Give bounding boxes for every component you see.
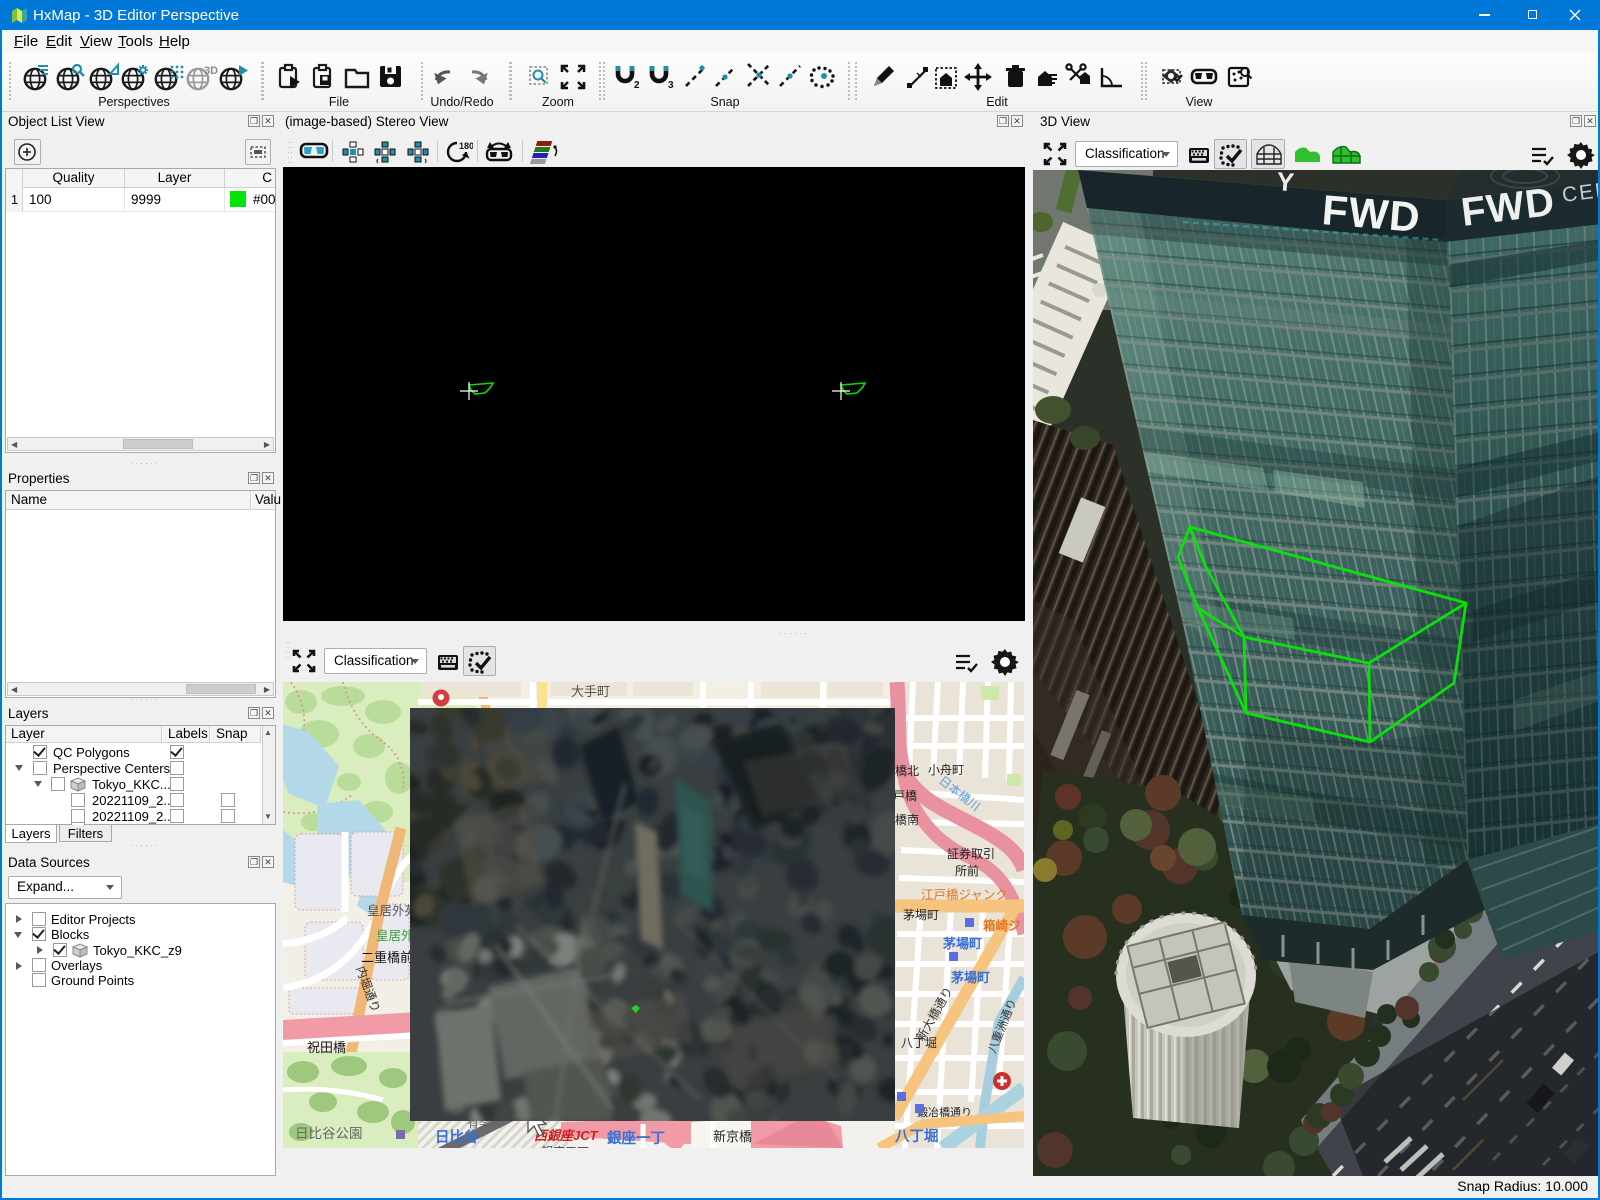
svg-text:二重橋前: 二重橋前 bbox=[361, 950, 413, 965]
svg-text:皇居外苑: 皇居外苑 bbox=[367, 904, 418, 918]
svg-text:西銀座JCT: 西銀座JCT bbox=[534, 1128, 599, 1143]
svg-text:所前: 所前 bbox=[955, 863, 979, 878]
svg-text:大手町: 大手町 bbox=[571, 684, 610, 699]
svg-text:江戸橋ジャンク: 江戸橋ジャンク bbox=[921, 888, 1008, 902]
svg-text:銀座五丁: 銀座五丁 bbox=[541, 1144, 589, 1148]
svg-text:茅場町: 茅場町 bbox=[943, 936, 982, 951]
svg-text:茅場町: 茅場町 bbox=[903, 908, 939, 922]
svg-text:証券取引: 証券取引 bbox=[947, 846, 995, 861]
svg-text:日比谷: 日比谷 bbox=[435, 1128, 479, 1146]
svg-text:橋北: 橋北 bbox=[895, 764, 919, 778]
svg-text:日比谷公園: 日比谷公園 bbox=[295, 1126, 363, 1141]
svg-text:新京橋: 新京橋 bbox=[713, 1129, 752, 1144]
svg-text:Y: Y bbox=[1276, 170, 1296, 197]
svg-text:箱崎ジ: 箱崎ジ bbox=[983, 918, 1021, 933]
svg-text:戸橋: 戸橋 bbox=[893, 789, 917, 803]
svg-text:3D: 3D bbox=[204, 65, 218, 77]
svg-text:橋南: 橋南 bbox=[895, 812, 919, 827]
svg-text:180: 180 bbox=[459, 141, 473, 151]
svg-text:祝田橋: 祝田橋 bbox=[307, 1040, 346, 1055]
svg-text:3: 3 bbox=[668, 80, 674, 91]
svg-text:皇居外: 皇居外 bbox=[376, 929, 414, 943]
svg-text:FWD: FWD bbox=[1320, 186, 1422, 241]
svg-text:八丁堀: 八丁堀 bbox=[894, 1128, 939, 1145]
svg-text:銀座一丁: 銀座一丁 bbox=[607, 1129, 665, 1147]
svg-text:茅場町: 茅場町 bbox=[951, 970, 990, 985]
svg-text:2: 2 bbox=[634, 80, 640, 91]
